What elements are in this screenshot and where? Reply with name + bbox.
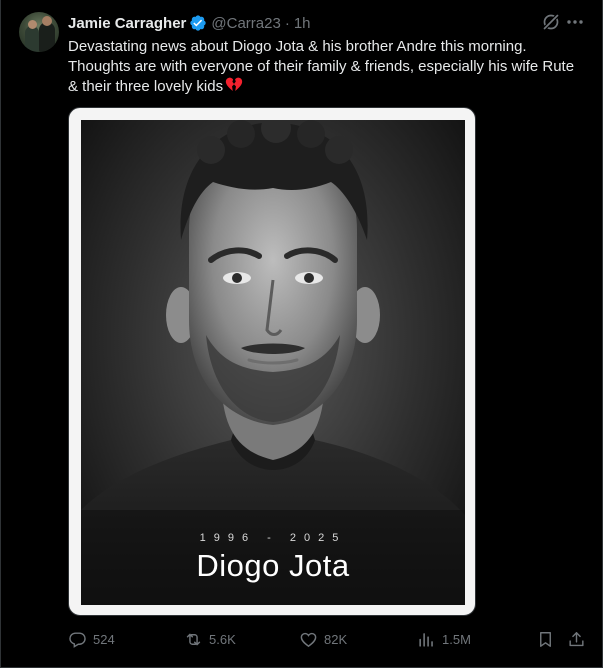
views-icon [419,632,433,647]
tweet-text-content: Devastating news about Diogo Jota & his … [68,38,575,95]
author-handle[interactable]: @Carra23 [211,15,280,32]
share-icon [569,631,584,646]
broken-heart-icon [225,77,243,93]
timestamp[interactable]: 1h [294,15,311,32]
tweet[interactable]: Jamie Carragher @Carra23 · 1h Devastatin… [0,0,603,668]
bookmark-icon [540,631,551,647]
reply-button[interactable]: 524 [68,628,115,650]
grok-icon[interactable] [541,12,561,32]
like-count: 82K [324,631,348,647]
tweet-text: Devastating news about Diogo Jota & his … [68,37,578,97]
author-name[interactable]: Jamie Carragher [68,15,186,32]
repost-button[interactable]: 5.6K [184,628,236,650]
reply-count: 524 [93,631,115,647]
years-text: 1996 - 2025 [199,532,347,544]
action-bar: 524 5.6K 82K 1.5M [1,620,603,660]
bookmark-button[interactable] [536,628,561,650]
heart-icon [300,632,317,647]
tweet-header: Jamie Carragher @Carra23 · 1h [68,13,311,33]
like-button[interactable]: 82K [299,628,347,650]
repost-icon [186,633,201,645]
view-count: 1.5M [442,631,471,647]
tweet-image[interactable]: 1996 - 2025 Diogo Jota [68,107,476,616]
separator-dot: · [284,14,290,32]
views-button[interactable]: 1.5M [417,628,471,650]
reply-icon [69,631,86,648]
repost-count: 5.6K [209,631,236,647]
verified-badge-icon[interactable] [189,14,207,32]
memorial-photo: 1996 - 2025 Diogo Jota [81,120,465,605]
more-options-icon[interactable] [565,12,585,32]
share-button[interactable] [567,628,592,650]
avatar[interactable] [19,12,59,52]
player-name: Diogo Jota [196,548,350,583]
